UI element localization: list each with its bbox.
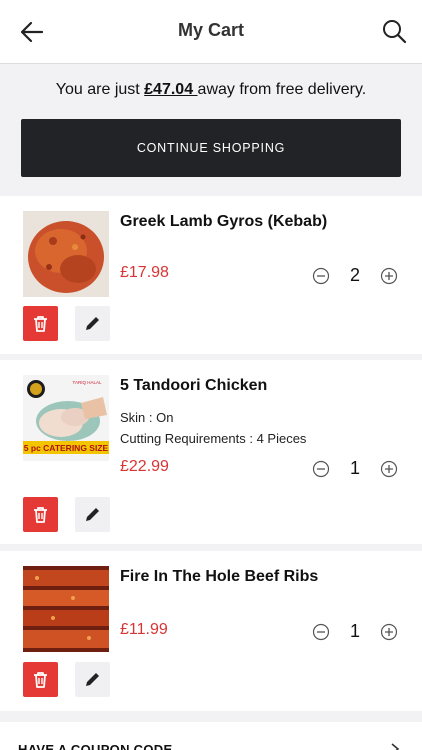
quantity-stepper: 1 [312,620,398,644]
pencil-icon [86,673,99,686]
product-option: Cutting Requirements : 4 Pieces [120,431,307,446]
product-price: £22.99 [120,458,169,475]
product-image[interactable] [23,211,109,297]
product-image[interactable] [23,566,109,652]
delete-button[interactable] [23,306,58,341]
trash-icon [34,316,47,332]
search-icon[interactable] [380,17,408,45]
cart-item: Fire In The Hole Beef Ribs £11.99 1 [0,551,422,711]
edit-button[interactable] [75,497,110,532]
delete-button[interactable] [23,497,58,532]
product-name: 5 Tandoori Chicken [120,377,268,394]
cart-item: Greek Lamb Gyros (Kebab) £17.98 2 [0,196,422,354]
delivery-amount: £47.04 [144,81,198,98]
trash-icon [34,507,47,523]
app-header: My Cart [0,0,422,64]
delivery-suffix: away from free delivery. [197,81,367,98]
plus-circle-icon[interactable] [380,623,398,641]
chevron-right-icon [391,743,400,750]
delete-button[interactable] [23,662,58,697]
product-image[interactable]: 5 pc CATERING SIZE TARIQ HALAL [23,375,109,461]
product-price: £11.99 [120,621,168,638]
product-option: Skin : On [120,410,174,425]
product-price: £17.98 [120,264,169,281]
edit-button[interactable] [75,306,110,341]
quantity-stepper: 2 [312,264,398,288]
trash-icon [34,672,47,688]
pencil-icon [86,508,99,521]
delivery-notice: You are just £47.04 away from free deliv… [0,64,422,196]
page-title: My Cart [177,20,244,40]
coupon-label: HAVE A COUPON CODE [18,742,173,750]
pencil-icon [86,317,99,330]
delivery-prefix: You are just [55,81,145,98]
cart-item: 5 pc CATERING SIZE TARIQ HALAL 5 Tandoor… [0,360,422,544]
continue-shopping-button[interactable]: CONTINUE SHOPPING [21,119,401,177]
coupon-row[interactable]: HAVE A COUPON CODE [0,722,422,750]
free-delivery-message: You are just £47.04 away from free deliv… [0,81,422,99]
product-name: Greek Lamb Gyros (Kebab) [120,213,328,230]
plus-circle-icon[interactable] [380,267,398,285]
product-name: Fire In The Hole Beef Ribs [120,568,319,585]
quantity-stepper: 1 [312,457,398,481]
thumb-brand-text: TARIQ HALAL [73,380,102,385]
thumb-banner-text: 5 pc CATERING SIZE [24,443,109,453]
edit-button[interactable] [75,662,110,697]
plus-circle-icon[interactable] [380,460,398,478]
